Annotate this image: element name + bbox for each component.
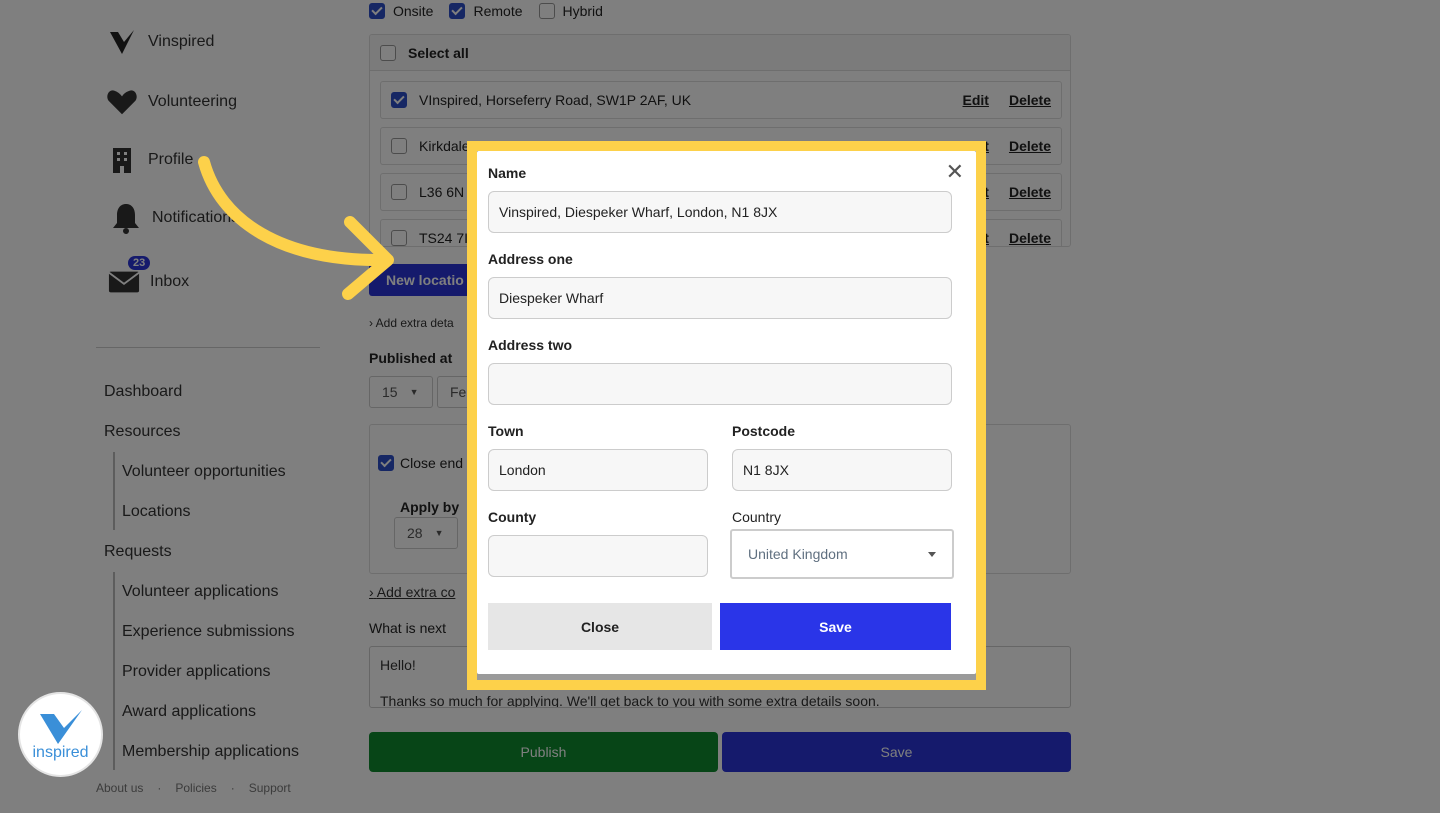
close-icon[interactable]: ✕ [946, 159, 964, 185]
logo-text: inspired [32, 743, 89, 761]
modal-close-button[interactable]: Close [488, 603, 712, 650]
address-one-input[interactable]: Diespeker Wharf [488, 277, 952, 319]
address-two-label: Address two [488, 337, 573, 353]
modal-save-button[interactable]: Save [720, 603, 951, 650]
address-one-label: Address one [488, 251, 573, 267]
caret-down-icon [928, 552, 936, 557]
postcode-label: Postcode [732, 423, 796, 439]
location-modal: ✕ Name Vinspired, Diespeker Wharf, Londo… [477, 151, 976, 674]
address-two-input[interactable] [488, 363, 952, 405]
town-label: Town [488, 423, 524, 439]
inspired-v-icon [39, 709, 82, 744]
name-input[interactable]: Vinspired, Diespeker Wharf, London, N1 8… [488, 191, 952, 233]
inspired-logo: inspired [18, 692, 103, 777]
tutorial-arrow-icon [198, 156, 394, 300]
town-input[interactable]: London [488, 449, 708, 491]
county-input[interactable] [488, 535, 708, 577]
county-label: County [488, 509, 537, 525]
country-label: Country [732, 509, 782, 525]
postcode-input[interactable]: N1 8JX [732, 449, 952, 491]
name-label: Name [488, 165, 527, 181]
country-value: United Kingdom [748, 546, 848, 562]
country-select[interactable]: United Kingdom [730, 529, 954, 579]
